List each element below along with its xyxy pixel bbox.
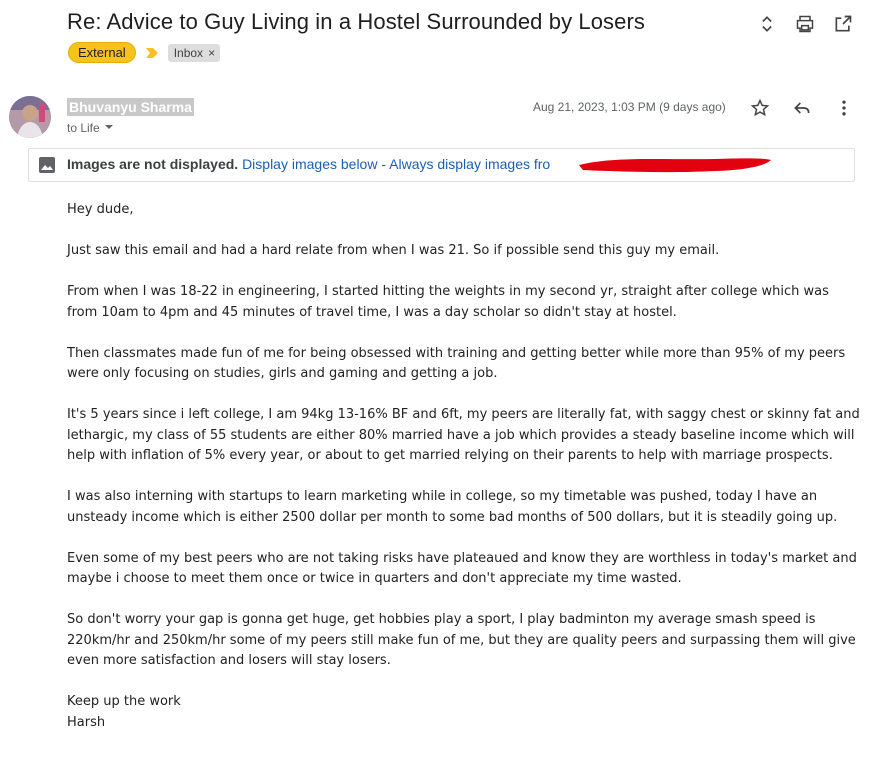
email-date: Aug 21, 2023, 1:03 PM (9 days ago): [533, 100, 726, 114]
chevron-down-icon[interactable]: [104, 121, 114, 135]
print-icon[interactable]: [793, 12, 817, 36]
recipient-line[interactable]: to Life: [67, 121, 114, 135]
body-paragraph: From when I was 18-22 in engineering, I …: [67, 284, 829, 320]
images-not-displayed-text: Images are not displayed.: [67, 156, 239, 172]
image-icon: [39, 157, 55, 173]
more-vert-icon[interactable]: [832, 96, 856, 120]
open-in-new-icon[interactable]: [831, 12, 855, 36]
star-icon[interactable]: [748, 96, 772, 120]
body-paragraph: Just saw this email and had a hard relat…: [67, 243, 720, 258]
label-bar: External Inbox ×: [68, 42, 221, 63]
unfold-more-icon[interactable]: [755, 12, 779, 36]
toolbar: [755, 12, 855, 36]
redaction-mark: [575, 152, 775, 183]
email-subject: Re: Advice to Guy Living in a Hostel Sur…: [67, 9, 646, 34]
avatar[interactable]: [9, 96, 51, 138]
remove-label-icon[interactable]: ×: [208, 46, 215, 60]
email-body: Hey dude, Just saw this email and had a …: [67, 200, 862, 733]
inbox-label-text: Inbox: [173, 45, 204, 60]
signature: Harsh: [67, 714, 106, 730]
body-paragraph: Even some of my best peers who are not t…: [67, 550, 857, 587]
body-paragraph: Hey dude,: [67, 202, 134, 217]
sender-name[interactable]: Bhuvanyu Sharma: [67, 98, 194, 116]
sign-off: Keep up the work: [67, 694, 181, 709]
body-paragraph: It's 5 years since i left college, I am …: [67, 407, 860, 463]
always-display-images-link[interactable]: Always display images fro: [389, 156, 550, 172]
display-images-below-link[interactable]: Display images below: [242, 156, 377, 172]
body-paragraph: Then classmates made fun of me for being…: [67, 345, 846, 382]
body-paragraph: I was also interning with startups to le…: [67, 489, 838, 525]
message-actions: [748, 96, 856, 120]
label-important-icon[interactable]: [144, 45, 160, 61]
external-label[interactable]: External: [68, 42, 136, 63]
banner-separator: -: [377, 156, 390, 172]
body-paragraph: So don't worry your gap is gonna get hug…: [67, 612, 856, 668]
inbox-label[interactable]: Inbox ×: [167, 43, 221, 62]
reply-icon[interactable]: [790, 96, 814, 120]
recipient-text: to Life: [67, 121, 100, 135]
